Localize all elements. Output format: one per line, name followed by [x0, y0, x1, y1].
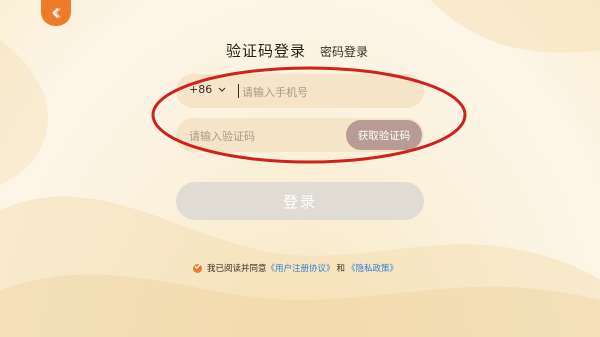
chevron-left-icon [50, 7, 62, 19]
phone-field[interactable]: +86 请输入手机号 [176, 74, 424, 108]
chevron-down-icon [218, 83, 226, 96]
get-code-button[interactable]: 获取验证码 [346, 120, 422, 150]
check-icon [194, 263, 201, 273]
phone-input-placeholder[interactable]: 请输入手机号 [242, 84, 308, 100]
verification-code-field[interactable]: 请输入验证码 获取验证码 [176, 118, 424, 152]
agreement-and: 和 [336, 264, 346, 274]
text-cursor [238, 84, 239, 98]
login-button[interactable]: 登录 [176, 182, 424, 220]
agreement-prefix: 我已阅读并同意 [207, 264, 267, 274]
back-button[interactable] [41, 0, 71, 26]
agreement-checkbox[interactable] [193, 263, 202, 273]
login-tabs: 验证码登录 密码登录 [226, 40, 368, 61]
agreement-row: 我已阅读并同意 《用户注册协议》 和 《隐私政策》 [193, 262, 398, 274]
country-code-select[interactable]: +86 [189, 83, 226, 96]
code-input-placeholder[interactable]: 请输入验证码 [189, 128, 255, 144]
country-code-value: +86 [189, 83, 213, 96]
user-agreement-link[interactable]: 《用户注册协议》 [267, 262, 335, 274]
login-screen: 验证码登录 密码登录 +86 请输入手机号 请输入验证码 获取验证码 登录 我已… [0, 0, 600, 337]
tab-password-login[interactable]: 密码登录 [320, 43, 368, 60]
tab-code-login[interactable]: 验证码登录 [226, 40, 306, 61]
privacy-policy-link[interactable]: 《隐私政策》 [347, 262, 398, 274]
